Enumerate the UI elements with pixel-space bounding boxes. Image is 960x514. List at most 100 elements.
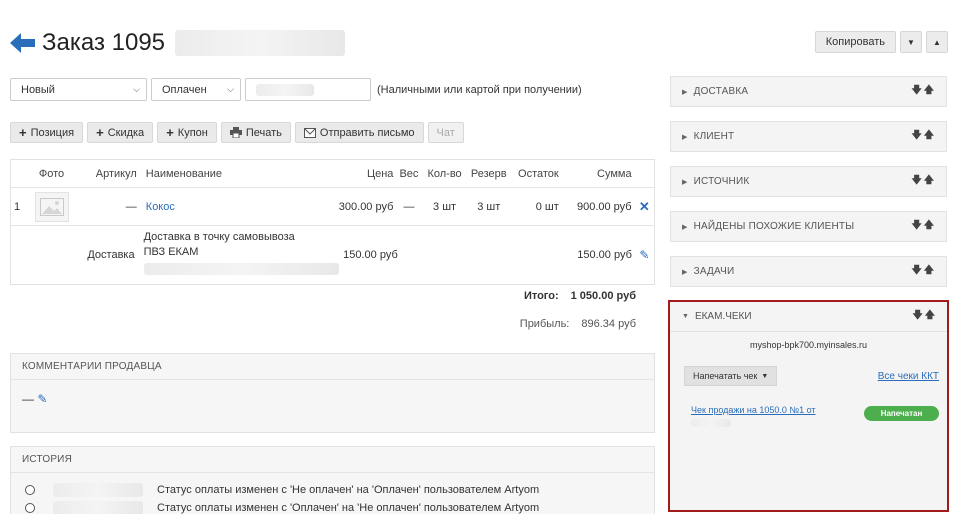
header-sum: Сумма xyxy=(597,167,632,180)
profit-value: 896.34 руб xyxy=(581,318,636,330)
sidebar-section-label: ИСТОЧНИК xyxy=(693,176,750,187)
seller-comments-body: — ✎ xyxy=(11,380,654,418)
page-header: Заказ 1095 xyxy=(10,28,346,58)
reorder-arrows-icon[interactable]: 🡇🡅 xyxy=(911,173,936,190)
triangle-right-icon: ▶ xyxy=(682,88,688,96)
print-receipt-label: Напечатать чек xyxy=(693,371,758,381)
print-receipt-button[interactable]: Напечатать чек ▼ xyxy=(684,366,778,386)
header-name: Наименование xyxy=(145,167,223,180)
order-totals: Итого: 1 050.00 руб Прибыль: 896.34 руб xyxy=(480,290,636,332)
header-price: Цена xyxy=(366,167,394,180)
delivery-label: Доставка xyxy=(87,249,135,261)
redacted-date xyxy=(53,483,143,497)
receipt-status-badge: Напечатан xyxy=(864,406,939,421)
payment-status-value: Оплачен xyxy=(162,83,207,96)
add-position-button[interactable]: + Позиция xyxy=(10,122,84,143)
redacted-receipt-date xyxy=(691,419,731,427)
copy-button[interactable]: Копировать xyxy=(814,31,896,53)
add-position-label: Позиция xyxy=(30,126,75,139)
caret-up-button[interactable]: ▲ xyxy=(926,31,948,53)
delivery-name: Доставка в точку самовывоза ПВЗ ЕКАМ xyxy=(138,230,339,280)
triangle-right-icon: ▶ xyxy=(682,223,688,231)
reorder-arrows-icon[interactable]: 🡇🡅 xyxy=(911,83,936,100)
ekam-header[interactable]: ▼ ЕКАМ.ЧЕКИ 🡇🡅 xyxy=(670,302,947,332)
delivery-name-line1: Доставка в точку самовывоза xyxy=(143,231,295,243)
plus-icon: + xyxy=(166,125,174,140)
item-reserve: 3 шт xyxy=(477,200,501,213)
add-discount-button[interactable]: + Скидка xyxy=(87,122,154,143)
header-photo: Фото xyxy=(38,167,65,180)
item-name[interactable]: Кокос xyxy=(146,201,175,213)
item-price: 300.00 руб xyxy=(338,200,394,213)
envelope-icon xyxy=(303,127,316,138)
table-row: Доставка Доставка в точку самовывоза ПВЗ… xyxy=(11,226,654,284)
sidebar-section-label: ДОСТАВКА xyxy=(693,86,749,97)
seller-comment-value: — xyxy=(22,392,34,406)
sidebar-section-similar-clients[interactable]: ▶ НАЙДЕНЫ ПОХОЖИЕ КЛИЕНТЫ 🡇🡅 xyxy=(670,211,947,242)
history-list: Статус оплаты изменен с 'Не оплачен' на … xyxy=(11,473,654,514)
caret-down-button[interactable]: ▼ xyxy=(900,31,922,53)
item-qty: 3 шт xyxy=(433,200,457,213)
item-name-link[interactable]: Кокос xyxy=(140,201,318,213)
history-entry-text: Статус оплаты изменен с 'Оплачен' на 'Не… xyxy=(157,502,540,514)
sidebar-section-client[interactable]: ▶ КЛИЕНТ 🡇🡅 xyxy=(670,121,947,152)
page-title: Заказ 1095 xyxy=(42,29,166,56)
all-checks-link[interactable]: Все чеки ККТ xyxy=(878,371,939,382)
reorder-arrows-icon[interactable]: 🡇🡅 xyxy=(911,128,936,145)
triangle-right-icon: ▶ xyxy=(682,268,688,276)
chevron-down-icon: ⌵ xyxy=(227,84,234,94)
image-placeholder-icon xyxy=(34,191,69,222)
send-letter-button[interactable]: Отправить письмо xyxy=(294,122,424,143)
reorder-arrows-icon[interactable]: 🡇🡅 xyxy=(912,308,937,325)
header-qty: Кол-во xyxy=(427,167,462,180)
order-toolbar: + Позиция + Скидка + Купон Печать Отправить… xyxy=(10,122,464,143)
caret-down-icon: ▼ xyxy=(761,372,769,380)
item-sum: 900.00 руб xyxy=(576,200,632,213)
edit-comment-pencil-icon[interactable]: ✎ xyxy=(37,392,47,406)
order-filters: Новый ⌵ Оплачен ⌵ (Наличными или картой … xyxy=(10,78,582,101)
redacted-value xyxy=(256,83,314,96)
edit-delivery-pencil-icon[interactable]: ✎ xyxy=(635,248,654,262)
ekam-actions-row: Напечатать чек ▼ Все чеки ККТ xyxy=(684,366,939,386)
add-coupon-label: Купон xyxy=(177,126,208,139)
total-label: Итого: xyxy=(523,290,559,302)
triangle-right-icon: ▶ xyxy=(682,133,688,141)
plus-icon: + xyxy=(96,125,104,140)
item-num: 1 xyxy=(14,200,21,213)
add-coupon-button[interactable]: + Купон xyxy=(157,122,217,143)
order-status-select[interactable]: Новый ⌵ xyxy=(10,78,147,101)
sidebar-section-delivery[interactable]: ▶ ДОСТАВКА 🡇🡅 xyxy=(670,76,947,107)
history-entry: Статус оплаты изменен с 'Не оплачен' на … xyxy=(11,481,654,499)
item-photo xyxy=(28,191,74,222)
sidebar-section-tasks[interactable]: ▶ ЗАДАЧИ 🡇🡅 xyxy=(670,256,947,287)
redacted-date xyxy=(53,501,143,514)
delete-item-icon[interactable]: ✕ xyxy=(635,199,654,215)
reorder-arrows-icon[interactable]: 🡇🡅 xyxy=(911,218,936,235)
total-value: 1 050.00 руб xyxy=(570,290,636,302)
table-header-row: Фото Артикул Наименование Цена Вес Кол-в… xyxy=(11,160,654,188)
history-panel: ИСТОРИЯ Статус оплаты изменен с 'Не опла… xyxy=(10,446,655,514)
header-actions: Копировать ▼ ▲ xyxy=(814,31,948,53)
payment-input[interactable] xyxy=(245,78,371,101)
sidebar-section-source[interactable]: ▶ ИСТОЧНИК 🡇🡅 xyxy=(670,166,947,197)
history-entry-text: Статус оплаты изменен с 'Не оплачен' на … xyxy=(157,484,540,496)
order-status-value: Новый xyxy=(21,83,55,96)
order-items-table: Фото Артикул Наименование Цена Вес Кол-в… xyxy=(10,159,655,285)
chat-button[interactable]: Чат xyxy=(427,122,464,143)
table-row: 1 — Кокос 300.00 руб — 3 шт 3 шт 0 шт 90… xyxy=(11,188,654,226)
receipt-info: Чек продажи на 1050.0 №1 от xyxy=(691,404,816,430)
print-button[interactable]: Печать xyxy=(220,122,291,143)
back-arrow-icon[interactable] xyxy=(10,32,36,54)
triangle-down-icon: ▼ xyxy=(682,313,689,320)
header-article: Артикул xyxy=(95,167,137,180)
ekam-shop-domain: myshop-bpk700.myinsales.ru xyxy=(749,340,868,350)
timeline-dot-icon xyxy=(25,503,35,513)
header-reserve: Резерв xyxy=(470,167,507,180)
payment-status-select[interactable]: Оплачен ⌵ xyxy=(151,78,241,101)
reorder-arrows-icon[interactable]: 🡇🡅 xyxy=(911,263,936,280)
triangle-right-icon: ▶ xyxy=(682,178,688,186)
seller-comments-panel: КОММЕНТАРИИ ПРОДАВЦА — ✎ xyxy=(10,353,655,433)
receipt-link[interactable]: Чек продажи на 1050.0 №1 от xyxy=(691,404,816,416)
delivery-sum: 150.00 руб xyxy=(577,249,632,261)
printer-icon xyxy=(229,127,242,138)
